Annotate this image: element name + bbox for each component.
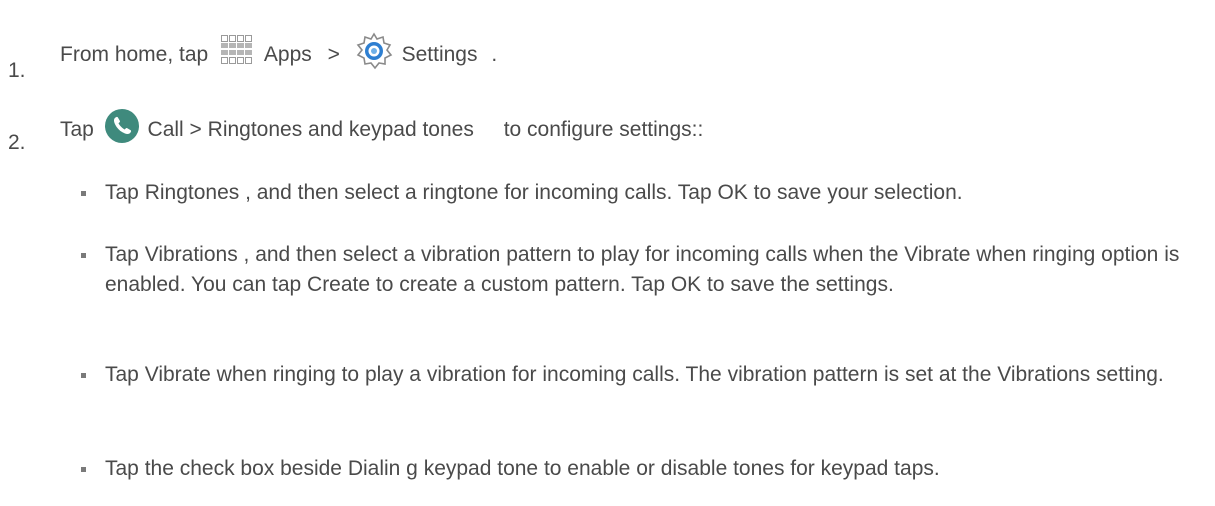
instructions-document: 1. From home, tap Apps > Settings . 2. T… <box>0 0 1215 506</box>
step-2-prefix: Tap <box>60 117 94 141</box>
bullet-text: Tap the check box beside Dialin g keypad… <box>105 457 940 480</box>
step-2-suffix: to configure settings:: <box>503 117 704 141</box>
call-ringtones-path: Call > Ringtones and keypad tones <box>147 117 474 141</box>
step-2-number: 2. <box>8 131 26 154</box>
bullet-marker <box>81 467 86 472</box>
bullet-marker <box>81 373 86 378</box>
bullet-marker <box>81 191 86 196</box>
step-1-suffix: . <box>491 42 498 66</box>
step-1-separator: > <box>327 42 340 66</box>
step-1-number: 1. <box>8 59 26 82</box>
bullet-text: Tap Vibrate when ringing to play a vibra… <box>105 363 1164 386</box>
apps-label: Apps <box>263 42 312 66</box>
apps-grid-icon <box>220 34 254 75</box>
step-1-prefix: From home, tap <box>60 42 209 66</box>
bullet-marker <box>81 253 86 258</box>
settings-gear-icon <box>354 31 394 78</box>
phone-call-icon <box>104 108 140 151</box>
settings-label: Settings <box>401 42 478 66</box>
step-1-text: From home, tap Apps > Settings . <box>60 31 497 78</box>
bullet-text: Tap Vibrations , and then select a vibra… <box>105 243 1180 296</box>
step-2-text: Tap Call > Ringtones and keypad tones to… <box>60 108 703 151</box>
bullet-text: Tap Ringtones , and then select a ringto… <box>105 181 963 204</box>
